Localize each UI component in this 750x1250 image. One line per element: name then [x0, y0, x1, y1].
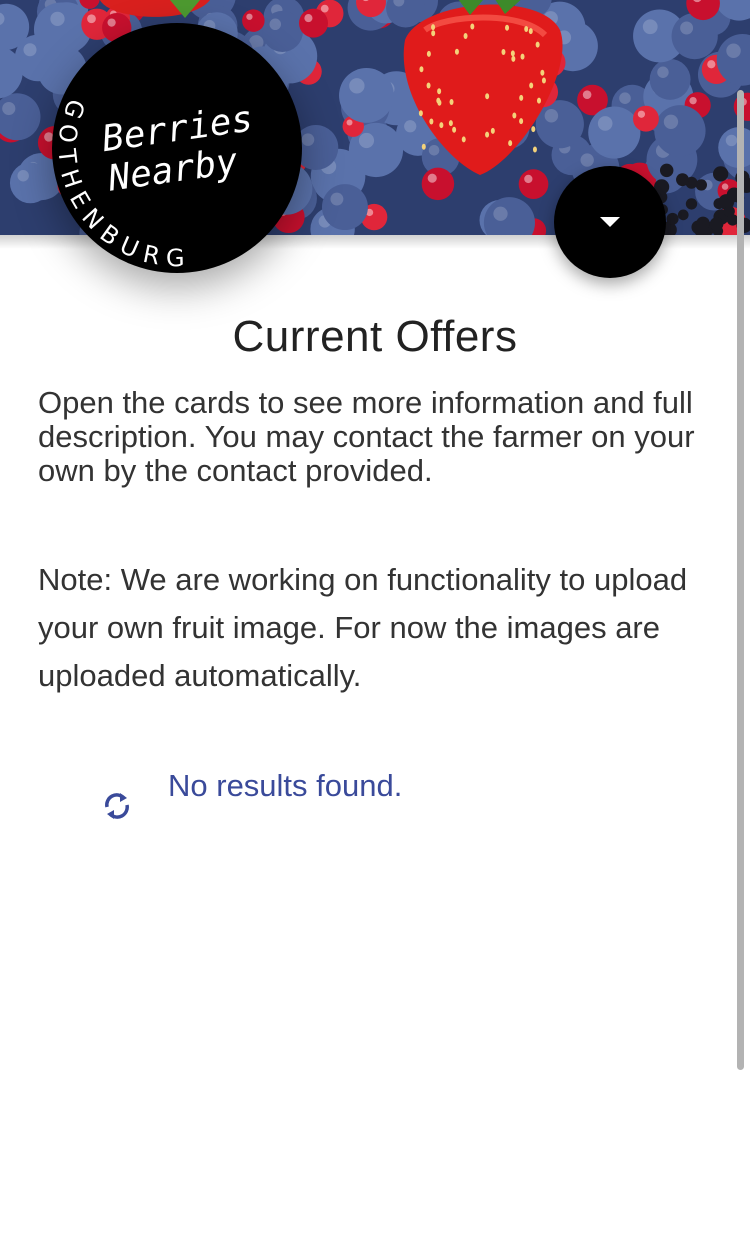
intro-text: Open the cards to see more information a… [38, 385, 695, 488]
page-title: Current Offers [232, 312, 518, 361]
logo-graphic: GOTHENBURG Berries Nearby [52, 96, 255, 273]
brand-logo[interactable]: GOTHENBURG Berries Nearby [52, 23, 302, 273]
scrollbar[interactable] [737, 90, 744, 1070]
menu-toggle-button[interactable] [554, 166, 666, 278]
refresh-button[interactable] [102, 790, 132, 822]
note-text: Note: We are working on functionality to… [38, 562, 688, 693]
no-results-message: No results found. [168, 768, 403, 803]
refresh-icon [105, 793, 129, 819]
caret-down-icon [600, 217, 620, 227]
